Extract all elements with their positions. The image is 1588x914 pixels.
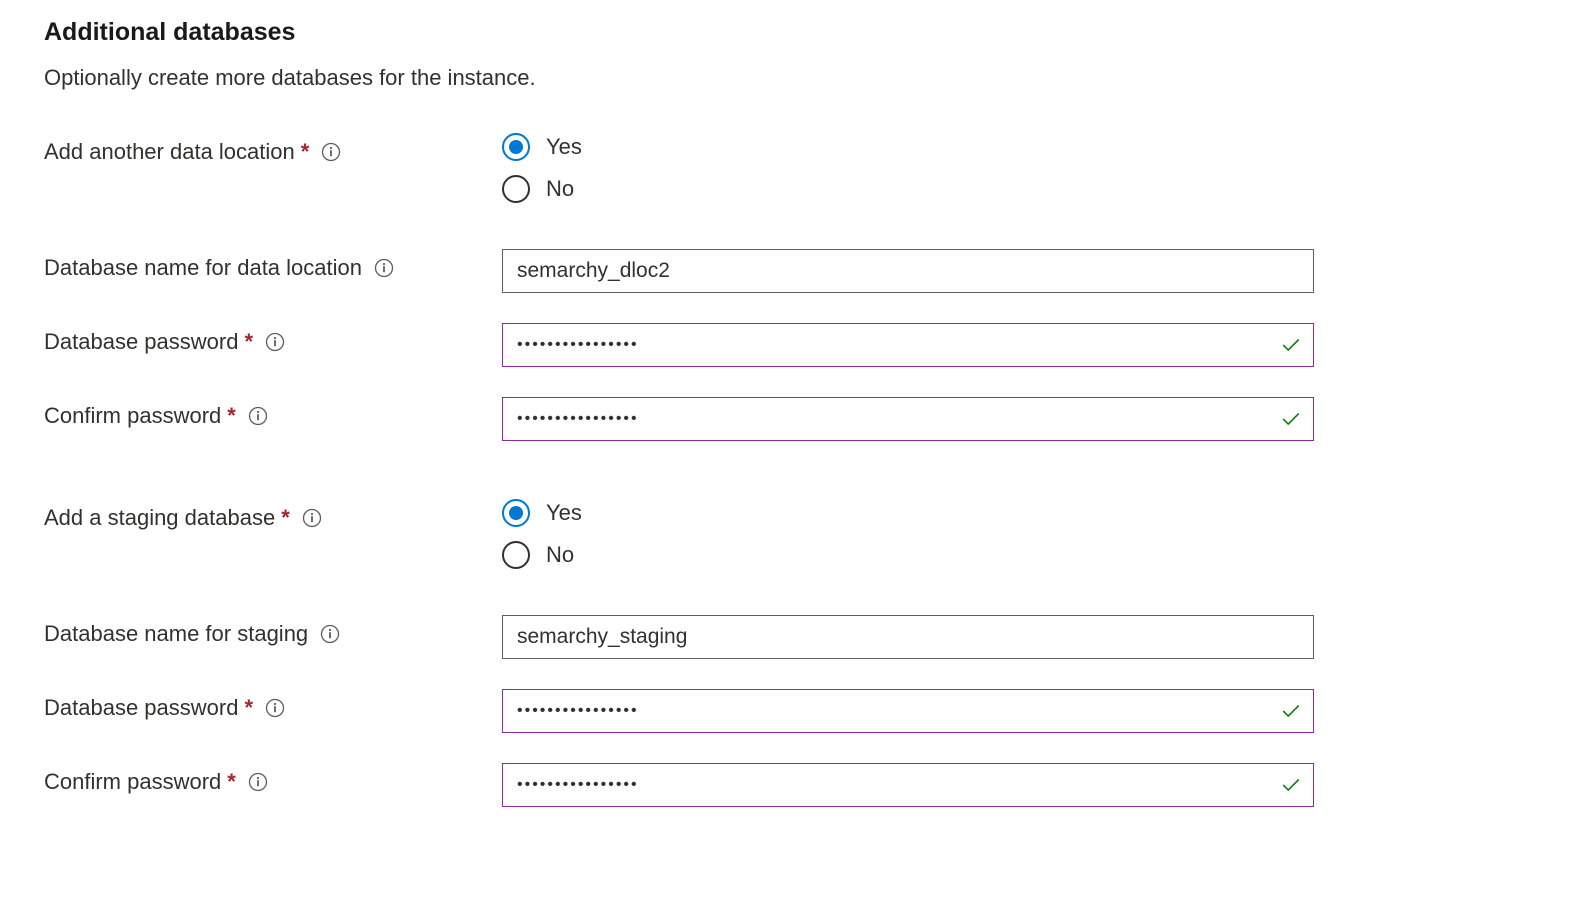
label-add-data-location: Add another data location * <box>44 133 502 165</box>
label-text: Confirm password <box>44 403 221 429</box>
required-indicator: * <box>281 505 290 531</box>
field-add-staging: Add a staging database * Yes No <box>44 499 1544 569</box>
input-staging-confirm-password[interactable] <box>502 763 1314 807</box>
label-db-name-data-location: Database name for data location <box>44 249 502 281</box>
field-db-name-data-location: Database name for data location <box>44 249 1544 293</box>
label-text: Confirm password <box>44 769 221 795</box>
radio-yes[interactable]: Yes <box>502 499 1314 527</box>
info-icon[interactable] <box>302 508 322 528</box>
radio-circle-icon <box>502 133 530 161</box>
info-icon[interactable] <box>321 142 341 162</box>
field-db-password: Database password * <box>44 323 1544 367</box>
label-text: Database name for data location <box>44 255 362 281</box>
input-db-password[interactable] <box>502 323 1314 367</box>
field-staging-confirm-password: Confirm password * <box>44 763 1544 807</box>
field-add-data-location: Add another data location * Yes No <box>44 133 1544 203</box>
field-db-name-staging: Database name for staging <box>44 615 1544 659</box>
field-staging-password: Database password * <box>44 689 1544 733</box>
info-icon[interactable] <box>265 698 285 718</box>
label-db-name-staging: Database name for staging <box>44 615 502 647</box>
field-confirm-password: Confirm password * <box>44 397 1544 441</box>
radio-group-add-data-location: Yes No <box>502 133 1314 203</box>
radio-circle-icon <box>502 175 530 203</box>
input-db-name-data-location[interactable] <box>502 249 1314 293</box>
label-confirm-password: Confirm password * <box>44 397 502 429</box>
required-indicator: * <box>244 695 253 721</box>
info-icon[interactable] <box>248 406 268 426</box>
section-title: Additional databases <box>44 18 1544 47</box>
label-staging-password: Database password * <box>44 689 502 721</box>
input-db-name-staging[interactable] <box>502 615 1314 659</box>
radio-circle-icon <box>502 499 530 527</box>
required-indicator: * <box>244 329 253 355</box>
info-icon[interactable] <box>374 258 394 278</box>
section-description: Optionally create more databases for the… <box>44 65 1544 91</box>
radio-group-add-staging: Yes No <box>502 499 1314 569</box>
radio-label-yes: Yes <box>546 134 582 160</box>
label-staging-confirm-password: Confirm password * <box>44 763 502 795</box>
label-text: Database password <box>44 695 238 721</box>
label-text: Add a staging database <box>44 505 275 531</box>
info-icon[interactable] <box>320 624 340 644</box>
label-db-password: Database password * <box>44 323 502 355</box>
required-indicator: * <box>227 769 236 795</box>
radio-label-no: No <box>546 542 574 568</box>
label-text: Add another data location <box>44 139 295 165</box>
label-add-staging: Add a staging database * <box>44 499 502 531</box>
label-text: Database password <box>44 329 238 355</box>
required-indicator: * <box>227 403 236 429</box>
input-confirm-password[interactable] <box>502 397 1314 441</box>
radio-circle-icon <box>502 541 530 569</box>
info-icon[interactable] <box>265 332 285 352</box>
required-indicator: * <box>301 139 310 165</box>
radio-no[interactable]: No <box>502 541 1314 569</box>
radio-yes[interactable]: Yes <box>502 133 1314 161</box>
label-text: Database name for staging <box>44 621 308 647</box>
radio-label-yes: Yes <box>546 500 582 526</box>
input-staging-password[interactable] <box>502 689 1314 733</box>
radio-no[interactable]: No <box>502 175 1314 203</box>
radio-label-no: No <box>546 176 574 202</box>
info-icon[interactable] <box>248 772 268 792</box>
